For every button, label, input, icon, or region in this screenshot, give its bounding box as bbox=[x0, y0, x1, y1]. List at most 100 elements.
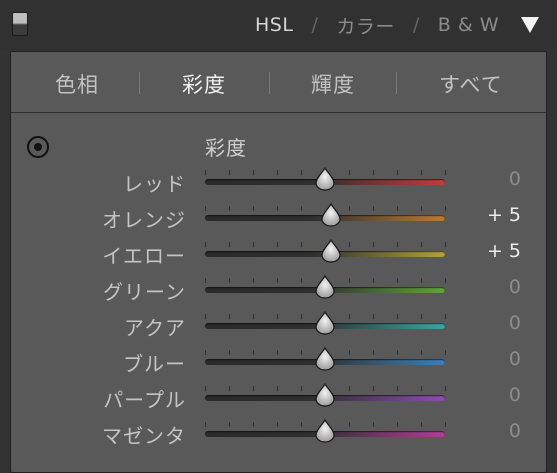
slider-tick bbox=[349, 422, 350, 427]
slider-row-blue: ブルー 0 bbox=[11, 343, 546, 379]
slider-tick bbox=[373, 206, 374, 211]
hsl-panel-tabs: HSL / カラー / B & W bbox=[255, 12, 499, 38]
panel-header: HSL / カラー / B & W bbox=[0, 0, 557, 50]
slider-label: アクア bbox=[124, 316, 186, 340]
subtab-all[interactable]: すべて bbox=[439, 69, 503, 99]
slider-value[interactable]: + 5 bbox=[481, 240, 521, 262]
slider-tick bbox=[397, 350, 398, 355]
subtab-saturation[interactable]: 彩度 bbox=[182, 69, 226, 99]
slider-value[interactable]: 0 bbox=[481, 384, 521, 406]
slider-label: グリーン bbox=[103, 280, 186, 304]
slider-tick bbox=[253, 314, 254, 319]
slider-tick bbox=[301, 170, 302, 175]
slider-tick bbox=[445, 242, 446, 247]
slider-thumb[interactable] bbox=[315, 383, 335, 407]
subtab-luminance[interactable]: 輝度 bbox=[311, 69, 355, 99]
slider-row-yellow: イエロー + 5 bbox=[11, 235, 546, 271]
slider-thumb[interactable] bbox=[315, 275, 335, 299]
slider-tick bbox=[421, 386, 422, 391]
panel-toggle-icon[interactable] bbox=[12, 12, 28, 36]
slider-aqua[interactable] bbox=[203, 311, 449, 337]
slider-tick bbox=[445, 278, 446, 283]
slider-tick bbox=[349, 242, 350, 247]
slider-tick bbox=[397, 170, 398, 175]
slider-row-green: グリーン 0 bbox=[11, 271, 546, 307]
slider-label: オレンジ bbox=[102, 208, 186, 232]
slider-green[interactable] bbox=[203, 275, 449, 301]
subtab-hue[interactable]: 色相 bbox=[55, 69, 99, 99]
slider-magenta[interactable] bbox=[203, 419, 449, 445]
slider-tick bbox=[253, 350, 254, 355]
slider-thumb[interactable] bbox=[321, 239, 341, 263]
slider-value[interactable]: 0 bbox=[481, 276, 521, 298]
slider-tick bbox=[301, 206, 302, 211]
tab-color[interactable]: カラー bbox=[336, 12, 395, 39]
slider-tick bbox=[349, 386, 350, 391]
slider-value[interactable]: 0 bbox=[481, 312, 521, 334]
slider-tick bbox=[205, 314, 206, 319]
slider-tick bbox=[277, 314, 278, 319]
slider-thumb[interactable] bbox=[315, 167, 335, 191]
slider-tick bbox=[421, 350, 422, 355]
slider-row-magenta: マゼンタ 0 bbox=[11, 415, 546, 451]
slider-tick bbox=[397, 206, 398, 211]
hsl-subtabs: 色相 彩度 輝度 すべて bbox=[11, 52, 546, 113]
slider-value[interactable]: 0 bbox=[481, 168, 521, 190]
slider-thumb[interactable] bbox=[321, 203, 341, 227]
slider-label: パープル bbox=[103, 388, 186, 412]
slider-tick bbox=[229, 278, 230, 283]
slider-tick bbox=[421, 170, 422, 175]
slider-row-orange: オレンジ + 5 bbox=[11, 199, 546, 235]
slider-tick bbox=[373, 350, 374, 355]
slider-tick bbox=[301, 422, 302, 427]
slider-tick bbox=[421, 242, 422, 247]
slider-tick bbox=[229, 422, 230, 427]
slider-thumb[interactable] bbox=[315, 347, 335, 371]
slider-tick bbox=[445, 350, 446, 355]
hsl-panel-body: 色相 彩度 輝度 すべて 彩度 レッド 0 オレンジ + 5 イエロー + 5 グリーン 0 ア… bbox=[10, 51, 547, 473]
slider-row-red: レッド 0 bbox=[11, 163, 546, 199]
target-adjust-icon[interactable] bbox=[27, 136, 49, 158]
slider-thumb[interactable] bbox=[315, 419, 335, 443]
slider-tick bbox=[397, 386, 398, 391]
slider-tick bbox=[277, 242, 278, 247]
slider-tick bbox=[277, 350, 278, 355]
slider-tick bbox=[445, 206, 446, 211]
slider-value[interactable]: 0 bbox=[481, 420, 521, 442]
slider-tick bbox=[421, 278, 422, 283]
slider-thumb[interactable] bbox=[315, 311, 335, 335]
triangle-down-icon[interactable] bbox=[521, 17, 539, 33]
slider-orange[interactable] bbox=[203, 203, 449, 229]
subtab-divider bbox=[269, 72, 270, 94]
slider-tick bbox=[373, 278, 374, 283]
slider-tick bbox=[229, 170, 230, 175]
slider-red[interactable] bbox=[203, 167, 449, 193]
slider-tick bbox=[373, 422, 374, 427]
slider-label: ブルー bbox=[123, 352, 186, 376]
slider-tick bbox=[421, 314, 422, 319]
slider-tick bbox=[397, 314, 398, 319]
slider-value[interactable]: 0 bbox=[481, 348, 521, 370]
tab-bw[interactable]: B & W bbox=[438, 14, 499, 36]
slider-yellow[interactable] bbox=[203, 239, 449, 265]
slider-tick bbox=[421, 206, 422, 211]
slider-tick bbox=[445, 314, 446, 319]
slider-purple[interactable] bbox=[203, 383, 449, 409]
subtab-divider bbox=[396, 72, 397, 94]
slider-tick bbox=[349, 314, 350, 319]
slider-tick bbox=[205, 386, 206, 391]
tab-hsl[interactable]: HSL bbox=[255, 14, 293, 36]
slider-tick bbox=[349, 350, 350, 355]
slider-tick bbox=[253, 422, 254, 427]
slider-label: レッド bbox=[123, 172, 186, 196]
slider-tick bbox=[445, 386, 446, 391]
slider-tick bbox=[397, 422, 398, 427]
slider-blue[interactable] bbox=[203, 347, 449, 373]
slider-tick bbox=[229, 314, 230, 319]
tab-separator: / bbox=[311, 14, 319, 36]
slider-tick bbox=[205, 242, 206, 247]
slider-tick bbox=[421, 422, 422, 427]
slider-value[interactable]: + 5 bbox=[481, 204, 521, 226]
slider-label: イエロー bbox=[102, 244, 186, 268]
slider-tick bbox=[301, 386, 302, 391]
